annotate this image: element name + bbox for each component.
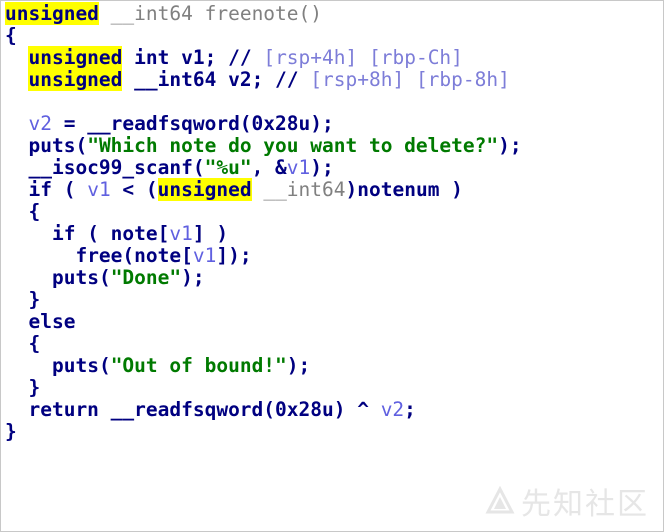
close-paren: );	[286, 354, 311, 377]
open-brace: {	[5, 24, 17, 47]
code-line-free: free(note[v1]);	[5, 245, 522, 267]
code-line-close-brace: }	[5, 421, 522, 443]
paren-open: (	[51, 178, 88, 201]
free-close: ]);	[216, 244, 252, 267]
var-v1[interactable]: v1	[169, 222, 192, 245]
watermark-text: 先知社区	[521, 487, 649, 522]
type-int64: __int64	[134, 68, 217, 91]
compare-lt: < (	[110, 178, 158, 201]
watermark: 先知社区	[485, 479, 649, 523]
var-v1[interactable]: v1	[87, 178, 110, 201]
keyword-unsigned[interactable]: unsigned	[28, 46, 123, 69]
code-line-v2-assign: v2 = __readfsqword(0x28u);	[5, 113, 522, 135]
close-brace: }	[28, 288, 41, 311]
code-line-return: return __readfsqword(0x28u) ^ v2;	[5, 399, 522, 421]
readfsqword-call[interactable]: = __readfsqword(0x28u);	[52, 112, 334, 135]
var-v2[interactable]: v2	[28, 112, 51, 135]
stack-comment-v2: [rsp+8h] [rbp-8h]	[310, 68, 510, 91]
xianzhi-logo-icon	[485, 486, 515, 514]
type-int64: __int64	[110, 2, 193, 25]
code-line-decl-v2: unsigned __int64 v2; // [rsp+8h] [rbp-8h…	[5, 68, 522, 91]
if-note-check[interactable]: if ( note[	[52, 222, 169, 245]
close-paren: );	[181, 266, 205, 289]
if-note-close: ] )	[192, 222, 229, 245]
code-line-brace: }	[5, 377, 522, 399]
code-line-else: else	[5, 311, 522, 333]
stack-comment-v1: [rsp+4h] [rbp-Ch]	[263, 46, 463, 69]
var-v2[interactable]: v2	[381, 398, 404, 421]
keyword-unsigned[interactable]: unsigned	[5, 2, 99, 25]
code-line-scanf: __isoc99_scanf("%u", &v1);	[5, 157, 522, 179]
keyword-unsigned[interactable]: unsigned	[157, 178, 252, 201]
scanf-args: , &	[251, 156, 287, 179]
close-brace: }	[28, 376, 41, 399]
pseudocode-view[interactable]: unsigned __int64 freenote() { unsigned i…	[0, 0, 664, 532]
string-format[interactable]: "%u"	[205, 156, 252, 179]
code-line-brace: {	[5, 201, 522, 223]
close-paren: );	[310, 156, 334, 179]
puts-call[interactable]: puts	[52, 354, 99, 377]
var-v1[interactable]: v1	[193, 244, 216, 267]
scanf-call[interactable]: __isoc99_scanf(	[28, 156, 204, 179]
string-out-of-bound[interactable]: "Out of bound!"	[111, 354, 287, 377]
keyword-else: else	[28, 310, 76, 333]
open-brace: {	[28, 200, 41, 223]
string-prompt[interactable]: "Which note do you want to delete?"	[87, 134, 498, 157]
notenum-ref[interactable]: )notenum )	[346, 178, 463, 201]
puts-call[interactable]: puts	[28, 134, 75, 157]
keyword-unsigned[interactable]: unsigned	[28, 68, 123, 91]
close-brace: }	[5, 420, 17, 443]
string-done[interactable]: "Done"	[111, 266, 181, 289]
code-line-puts-done: puts("Done");	[51, 266, 205, 289]
open-brace: {	[28, 332, 41, 355]
close-paren: );	[498, 134, 522, 157]
code-line-if-bound: if ( v1 < (unsigned __int64)notenum )	[5, 178, 522, 201]
code-line-if-note: if ( note[v1] )	[5, 223, 522, 245]
decompiled-code: unsigned __int64 freenote() { unsigned i…	[5, 2, 522, 443]
code-line-puts-prompt: puts("Which note do you want to delete?"…	[28, 134, 522, 157]
code-line-signature: unsigned __int64 freenote()	[5, 2, 522, 25]
code-line-brace: }	[5, 289, 522, 311]
free-call[interactable]: free(note[	[75, 244, 192, 267]
code-line-decl-v1: unsigned int v1; // [rsp+4h] [rbp-Ch]	[5, 46, 522, 69]
puts-call[interactable]: puts	[52, 266, 99, 289]
code-line-brace: {	[5, 333, 522, 355]
keyword-if: if	[28, 178, 52, 201]
code-line-puts-oob: puts("Out of bound!");	[51, 354, 311, 377]
decl-v2[interactable]: v2; //	[216, 68, 298, 91]
function-name[interactable]: freenote()	[205, 2, 322, 25]
type-int64: __int64	[263, 178, 346, 201]
type-int: int	[134, 46, 170, 69]
decl-v1[interactable]: v1; //	[169, 46, 251, 69]
return-statement[interactable]: return __readfsqword(0x28u) ^	[28, 398, 380, 421]
var-v1[interactable]: v1	[287, 156, 310, 179]
code-line-open-brace: {	[5, 25, 522, 47]
semicolon: ;	[404, 398, 416, 421]
